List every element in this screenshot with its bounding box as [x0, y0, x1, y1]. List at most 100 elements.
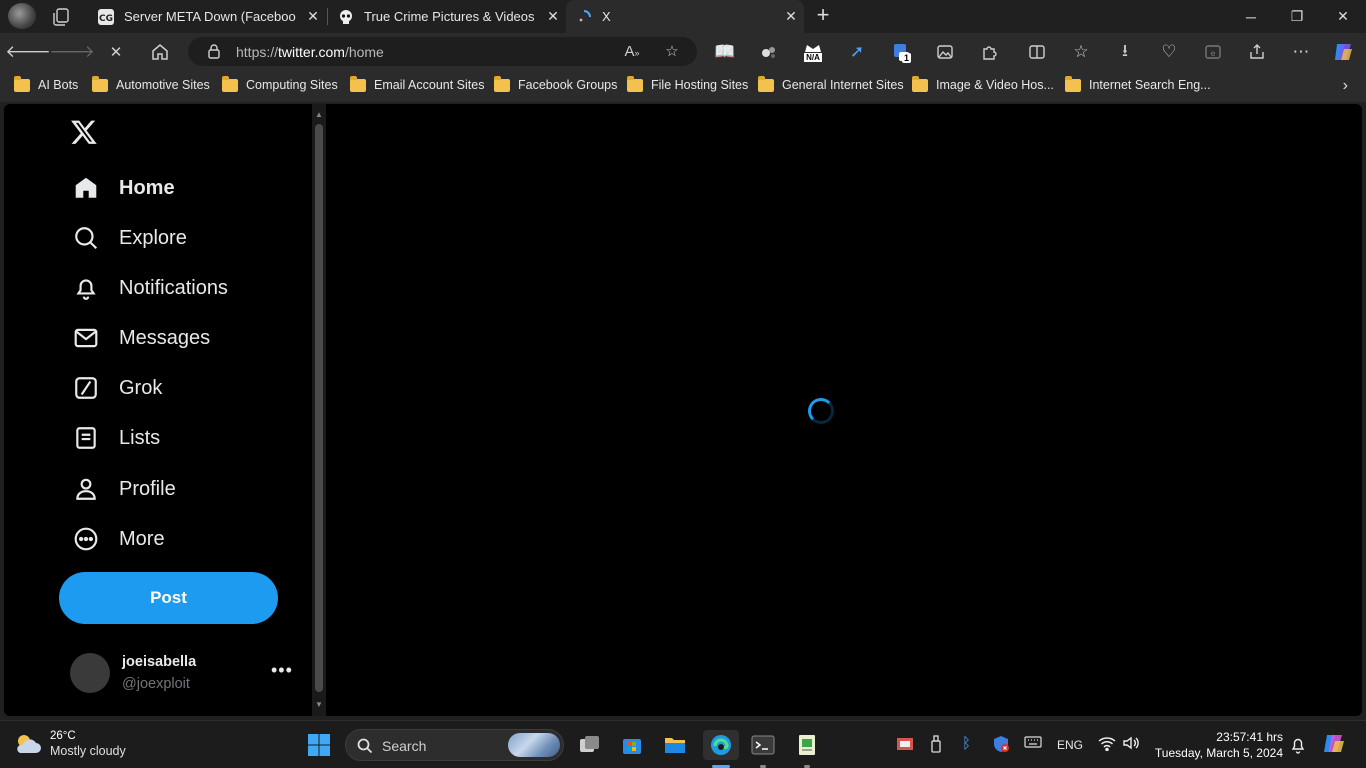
file-explorer-button[interactable] — [660, 730, 690, 760]
scrollbar-thumb[interactable] — [315, 124, 323, 692]
notepad-icon — [799, 735, 815, 755]
bookmark-label: AI Bots — [38, 78, 79, 92]
sidebar-item-label: Notifications — [119, 276, 228, 299]
extension-dots-icon[interactable] — [756, 39, 782, 65]
post-button[interactable]: Post — [59, 572, 278, 624]
bookmark-label: Automotive Sites — [116, 78, 210, 92]
mail-tray-icon — [897, 738, 913, 750]
bookmark-folder[interactable]: Facebook Groups — [494, 75, 617, 92]
downloads-button[interactable]: ⭳ — [1112, 39, 1138, 65]
bookmark-folder[interactable]: Email Account Sites — [350, 75, 484, 92]
workspaces-icon[interactable] — [50, 6, 72, 28]
new-tab-button[interactable]: + — [812, 4, 834, 27]
ie-mode-button[interactable]: e — [1200, 39, 1226, 65]
close-window-button[interactable]: ✕ — [1320, 0, 1366, 33]
profile-avatar-icon[interactable] — [8, 3, 36, 29]
extensions-button[interactable] — [976, 39, 1002, 65]
tab-true-crime[interactable]: True Crime Pictures & Videos Do ✕ — [328, 0, 566, 33]
favorites-button[interactable]: ☆ — [1068, 39, 1094, 65]
favorite-star-icon[interactable]: ☆ — [662, 42, 682, 62]
start-button[interactable] — [304, 730, 334, 760]
lock-icon[interactable] — [206, 43, 222, 59]
copilot-taskbar-button[interactable] — [1322, 733, 1346, 758]
bookmark-folder[interactable]: File Hosting Sites — [627, 75, 748, 92]
image-extension-icon[interactable] — [932, 39, 958, 65]
na-label: N/A — [804, 52, 822, 62]
read-aloud-icon[interactable]: A» — [622, 42, 642, 62]
bookmark-folder[interactable]: Automotive Sites — [92, 75, 210, 92]
performance-button[interactable]: ♡ — [1156, 39, 1182, 65]
more-options-icon[interactable]: ••• — [271, 660, 293, 681]
envelope-icon — [74, 328, 98, 348]
stop-loading-button[interactable]: ✕ — [103, 39, 129, 65]
forward-button[interactable]: 🡒 — [49, 39, 95, 65]
na-extension-icon[interactable]: N/A — [800, 39, 826, 65]
tab-strip: CG Server META Down (Facebook & ✕ True C… — [0, 0, 1366, 33]
system-clock[interactable]: 23:57:41 hrs Tuesday, March 5, 2024 — [1155, 729, 1283, 761]
bookmark-label: Computing Sites — [246, 78, 338, 92]
tray-app-icon[interactable] — [896, 736, 914, 755]
back-button[interactable]: 🡐 — [5, 39, 51, 65]
close-icon[interactable]: ✕ — [784, 9, 798, 23]
bookmark-folder[interactable]: Internet Search Eng... — [1065, 75, 1211, 92]
url-path: /home — [344, 44, 384, 60]
bookmark-folder[interactable]: General Internet Sites — [758, 75, 904, 92]
sidebar-item-more[interactable]: More — [59, 517, 179, 561]
bookmark-folder[interactable]: Image & Video Hos... — [912, 75, 1054, 92]
home-button[interactable] — [147, 39, 173, 65]
bluetooth-tray-icon[interactable]: ᛒ — [962, 735, 971, 752]
sidebar-item-notifications[interactable]: Notifications — [59, 266, 242, 310]
reader-extension-icon[interactable]: 📖 — [712, 39, 738, 65]
edge-browser-button[interactable] — [703, 730, 739, 760]
weather-widget[interactable]: 26°C Mostly cloudy — [14, 729, 126, 759]
notepad-app-button[interactable] — [792, 730, 822, 760]
folder-icon — [92, 75, 108, 92]
avatar[interactable] — [70, 653, 110, 693]
sidebar-item-explore[interactable]: Explore — [59, 216, 201, 260]
split-screen-button[interactable] — [1024, 39, 1050, 65]
bookmark-folder[interactable]: AI Bots — [14, 75, 79, 92]
task-view-button[interactable] — [574, 730, 604, 760]
clock-date: Tuesday, March 5, 2024 — [1154, 746, 1283, 760]
notification-bell-icon[interactable] — [1290, 736, 1306, 757]
terminal-button[interactable] — [748, 730, 778, 760]
wifi-tray-icon[interactable] — [1098, 735, 1116, 754]
close-icon[interactable]: ✕ — [306, 9, 320, 23]
chevron-right-icon[interactable]: › — [1343, 77, 1348, 95]
sidebar-item-messages[interactable]: Messages — [59, 316, 224, 360]
usb-tray-icon[interactable] — [930, 735, 942, 756]
address-bar[interactable]: https://twitter.com/home A» ☆ — [188, 37, 697, 66]
sidebar-item-label: Profile — [119, 477, 176, 500]
translate-extension-icon[interactable]: 1 — [888, 39, 914, 65]
restore-button[interactable]: ❐ — [1274, 0, 1320, 33]
search-highlight-art — [508, 733, 560, 757]
volume-tray-icon[interactable] — [1122, 735, 1140, 754]
minimize-button[interactable]: ─ — [1228, 0, 1274, 33]
bookmark-folder[interactable]: Computing Sites — [222, 75, 338, 92]
ms-store-button[interactable] — [617, 730, 647, 760]
url-text[interactable]: https://twitter.com/home — [236, 44, 384, 60]
sidebar-item-label: Home — [119, 176, 175, 199]
close-icon[interactable]: ✕ — [546, 9, 560, 23]
keyboard-tray-icon[interactable] — [1024, 735, 1042, 752]
cg-icon: CG — [98, 8, 114, 25]
more-circle-icon — [74, 527, 98, 551]
taskbar-search[interactable]: Search — [345, 729, 564, 761]
cursor-extension-icon[interactable]: ➚ — [844, 39, 870, 65]
sidebar-item-grok[interactable]: Grok — [59, 366, 176, 410]
account-switcher[interactable]: joeisabella @joexploit ••• — [59, 644, 299, 700]
x-logo-icon[interactable] — [70, 118, 98, 146]
tab-server-meta[interactable]: CG Server META Down (Facebook & ✕ — [88, 0, 326, 33]
sidebar-item-profile[interactable]: Profile — [59, 467, 190, 511]
copilot-button[interactable] — [1330, 39, 1356, 65]
share-button[interactable] — [1244, 39, 1270, 65]
scroll-down-arrow-icon[interactable]: ▼ — [315, 700, 323, 709]
language-indicator[interactable]: ENG — [1057, 738, 1083, 752]
scroll-up-arrow-icon[interactable]: ▲ — [315, 110, 323, 119]
sidebar-item-home[interactable]: Home — [59, 166, 189, 210]
tab-x[interactable]: X ✕ — [566, 0, 804, 33]
security-tray-icon[interactable] — [992, 735, 1010, 756]
sidebar-item-lists[interactable]: Lists — [59, 416, 174, 460]
settings-more-button[interactable]: ⋯ — [1288, 39, 1314, 65]
sidebar-scrollbar[interactable]: ▲ ▼ — [312, 104, 326, 716]
